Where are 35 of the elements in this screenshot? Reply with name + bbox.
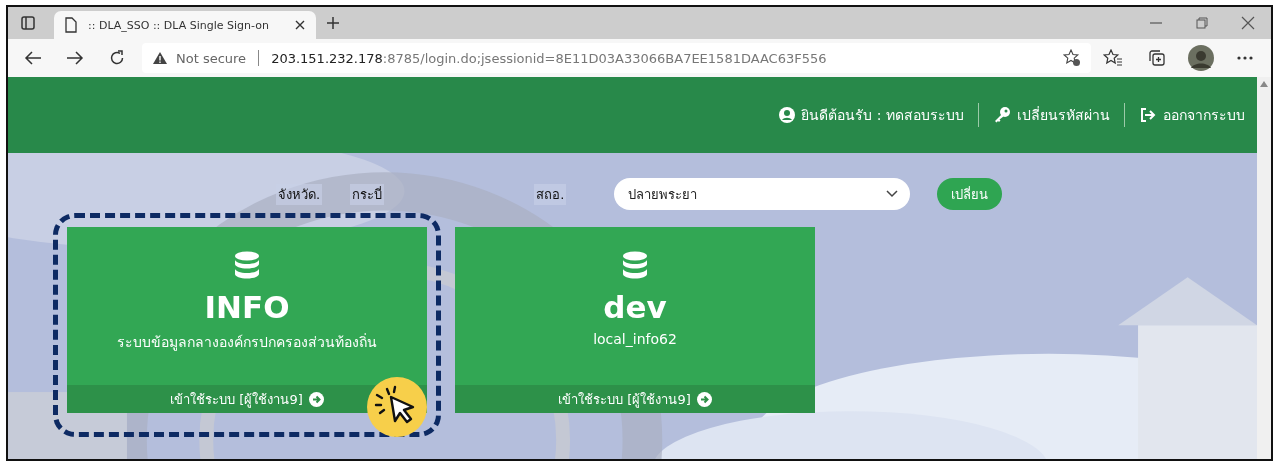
address-field[interactable]: Not secure 203.151.232.178:8785/login.do;jsessionid=8E11D03A33066BA7EE1581DAAC63F556 — [142, 43, 1091, 73]
user-circle-icon — [779, 107, 796, 123]
browser-tab[interactable]: :: DLA_SSO :: DLA Single Sign-on — [54, 11, 316, 39]
close-icon[interactable] — [294, 19, 306, 31]
tab-title: :: DLA_SSO :: DLA Single Sign-on — [88, 18, 270, 32]
page-icon — [64, 17, 78, 33]
url-text: 203.151.232.178:8785/login.do;jsessionid=8E11D03A33066BA7EE1581DAAC63F556 — [271, 50, 827, 66]
scroll-up-icon[interactable] — [1260, 81, 1268, 87]
favorite-add-icon[interactable] — [1063, 49, 1081, 67]
login-link[interactable]: เข้าใช้ระบบ [ผู้ใช้งาน9] — [455, 385, 815, 413]
scrollbar[interactable] — [1257, 77, 1271, 459]
province-label: จังหวัด. — [276, 183, 323, 205]
system-card[interactable]: INFO ระบบข้อมูลกลางองค์กรปกครองส่วนท้องถิ่น เข้าใช้ระบบ [ผู้ใช้งาน9] — [67, 227, 427, 413]
system-card[interactable]: dev local_info62 เข้าใช้ระบบ [ผู้ใช้งาน9] — [455, 227, 815, 413]
office-dropdown[interactable]: ปลายพระยา — [614, 178, 911, 210]
system-title: dev — [603, 289, 667, 325]
arrow-circle-right-icon — [308, 391, 324, 407]
security-label: Not secure — [176, 50, 247, 66]
system-description: ระบบข้อมูลกลางองค์กรปกครองส่วนท้องถิ่น — [117, 332, 377, 353]
chevron-down-icon — [886, 190, 899, 198]
database-icon — [234, 251, 260, 279]
click-cursor-icon — [367, 377, 427, 437]
change-password-link[interactable]: เปลี่ยนรหัสผ่าน — [993, 104, 1110, 126]
welcome-text: ยินดีต้อนรับ : ทดสอบระบบ — [801, 106, 964, 125]
logout-link[interactable]: ออกจากระบบ — [1139, 104, 1245, 126]
system-title: INFO — [204, 289, 290, 325]
sign-out-icon — [1139, 107, 1157, 123]
province-name: กระบี่ — [350, 183, 385, 205]
key-icon — [993, 106, 1011, 124]
arrow-circle-right-icon — [696, 391, 712, 407]
warning-icon — [152, 51, 168, 65]
office-label: สถอ. — [534, 183, 567, 205]
database-icon — [622, 251, 648, 279]
change-button[interactable]: เปลี่ยน — [937, 178, 1003, 210]
system-description: local_info62 — [593, 331, 677, 347]
